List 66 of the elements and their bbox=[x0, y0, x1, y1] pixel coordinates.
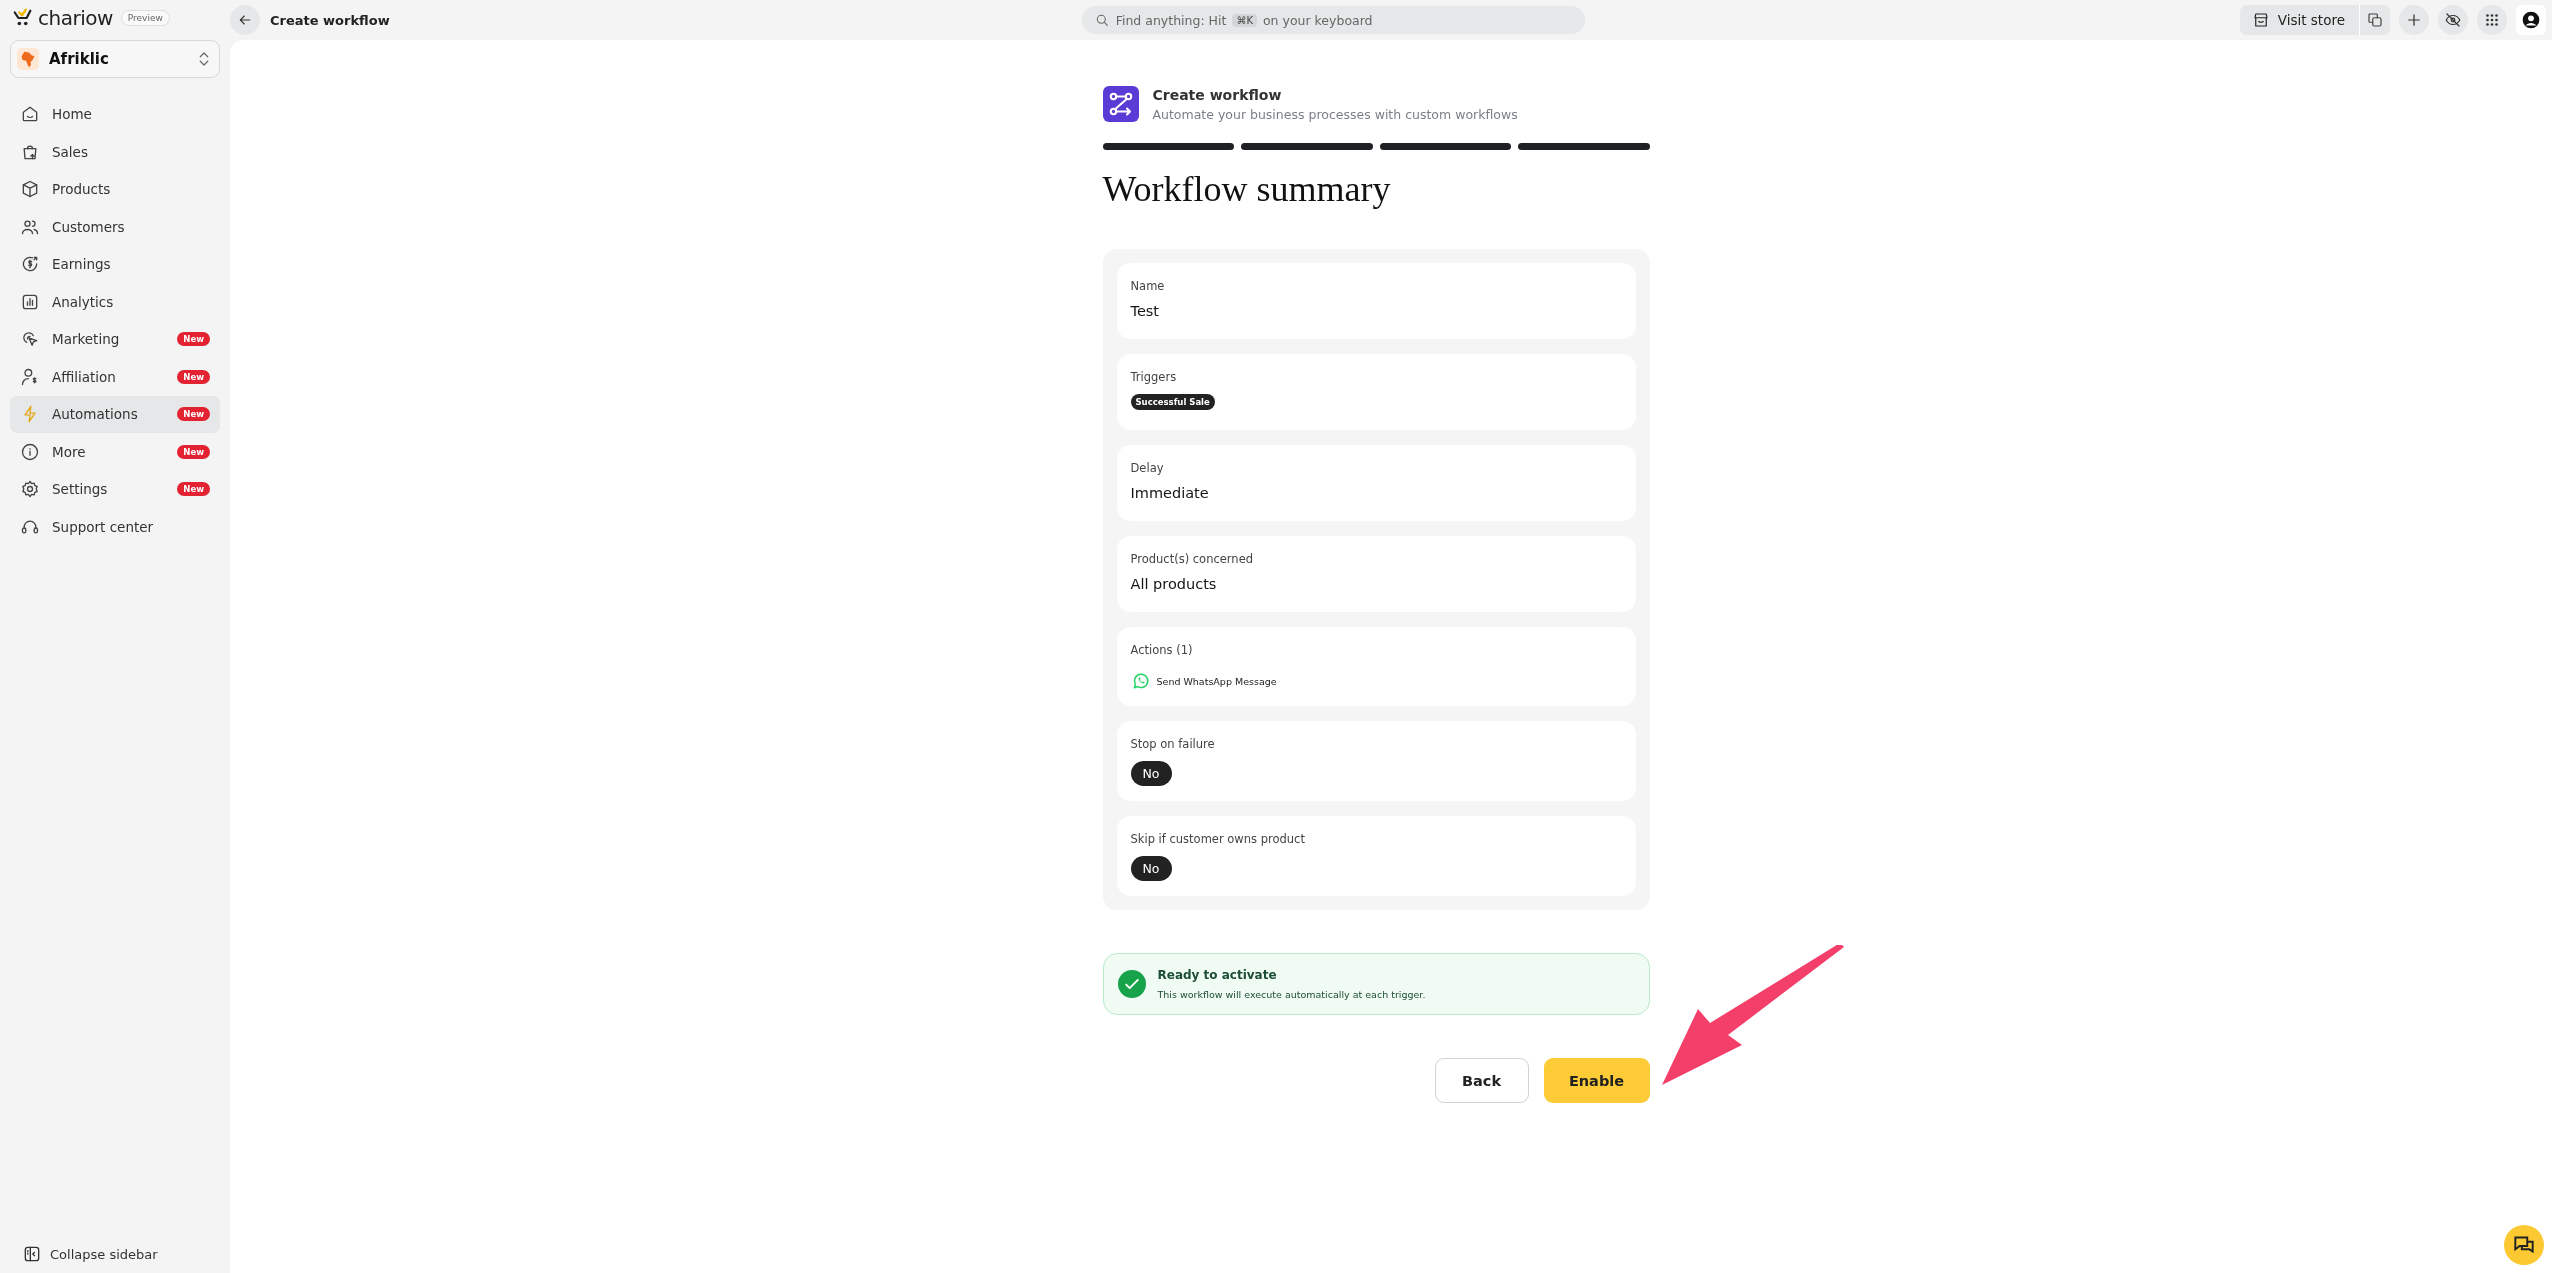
africa-map-logo-icon bbox=[17, 48, 39, 70]
field-label: Triggers bbox=[1130, 370, 1177, 385]
collapse-sidebar-button[interactable]: Collapse sidebar bbox=[10, 1241, 220, 1273]
new-badge: New bbox=[177, 369, 210, 384]
sidebar-item[interactable]: Customers bbox=[10, 208, 220, 245]
page-title: Create workflow bbox=[270, 12, 390, 28]
sidebar-item[interactable]: Settings New bbox=[10, 471, 220, 508]
hide-button[interactable] bbox=[2438, 5, 2468, 35]
value-pill: No bbox=[1130, 856, 1172, 882]
sidebar-item[interactable]: Affiliation New bbox=[10, 358, 220, 395]
new-badge: New bbox=[177, 444, 210, 459]
header-subtitle: Automate your business processes with custom workflows bbox=[1152, 106, 1518, 122]
sidebar-item[interactable]: Products bbox=[10, 171, 220, 208]
field-value: Immediate bbox=[1130, 485, 1209, 502]
sidebar-item[interactable]: Earnings bbox=[10, 246, 220, 283]
back-button[interactable] bbox=[230, 5, 260, 35]
sidebar-item[interactable]: Home bbox=[10, 96, 220, 133]
field-label: Skip if customer owns product bbox=[1130, 832, 1305, 847]
workflow-icon bbox=[1102, 86, 1139, 122]
workspace-switcher[interactable]: Afriklic bbox=[10, 40, 220, 78]
sidebar-item[interactable]: Sales bbox=[10, 133, 220, 170]
field-label: Actions (1) bbox=[1130, 643, 1193, 658]
account-button[interactable] bbox=[2516, 5, 2546, 35]
enable-button[interactable]: Enable bbox=[1543, 1058, 1650, 1104]
search-placeholder: Find anything: Hit bbox=[1115, 12, 1227, 28]
new-badge: New bbox=[177, 332, 210, 347]
field-value: All products bbox=[1130, 576, 1217, 593]
search-field[interactable]: Find anything: Hit ⌘K on your keyboard bbox=[1081, 6, 1585, 34]
brand-name: chariow bbox=[38, 6, 113, 30]
add-button[interactable] bbox=[2399, 5, 2429, 35]
avatar-icon bbox=[2521, 10, 2541, 30]
sidebar-item[interactable]: Automations New bbox=[10, 396, 220, 433]
new-badge: New bbox=[177, 482, 210, 497]
notice-title: Ready to activate bbox=[1157, 968, 1278, 983]
sidebar-item[interactable]: More New bbox=[10, 433, 220, 470]
field-label: Stop on failure bbox=[1130, 737, 1215, 752]
sidebar-icon bbox=[22, 1244, 42, 1264]
field-label: Name bbox=[1130, 279, 1165, 294]
header-title: Create workflow bbox=[1152, 86, 1283, 103]
trigger-tag: Successful Sale bbox=[1130, 394, 1215, 411]
back-button[interactable]: Back bbox=[1434, 1058, 1529, 1104]
check-circle-icon bbox=[1117, 970, 1146, 999]
search-placeholder: on your keyboard bbox=[1262, 12, 1373, 28]
new-badge: New bbox=[177, 407, 210, 422]
value-pill: No bbox=[1130, 761, 1172, 787]
grid-icon bbox=[2483, 11, 2501, 29]
field-label: Product(s) concerned bbox=[1130, 552, 1254, 567]
apps-button[interactable] bbox=[2477, 5, 2507, 35]
shortcut-key: ⌘K bbox=[1232, 13, 1257, 27]
field-value: Test bbox=[1130, 303, 1160, 320]
box-icon bbox=[20, 179, 40, 200]
arrow-left-icon bbox=[237, 12, 253, 28]
sidebar-item[interactable]: Support center bbox=[10, 508, 220, 545]
action-label: Send WhatsApp Message bbox=[1156, 675, 1277, 687]
notice-text: This workflow will execute automatically at each trigger. bbox=[1157, 989, 1426, 1001]
storefront-icon bbox=[2251, 11, 2270, 29]
copy-icon bbox=[2366, 11, 2384, 29]
field-label: Delay bbox=[1130, 461, 1164, 476]
sidebar-item[interactable]: Analytics bbox=[10, 283, 220, 320]
info-circle-icon bbox=[20, 441, 40, 462]
plus-icon bbox=[2405, 11, 2423, 29]
sidebar-item[interactable]: Marketing New bbox=[10, 321, 220, 358]
eye-off-icon bbox=[2444, 11, 2462, 29]
gear-icon bbox=[20, 479, 40, 500]
page-heading: Workflow summary bbox=[1102, 168, 1392, 211]
preview-badge: Preview bbox=[120, 10, 170, 26]
